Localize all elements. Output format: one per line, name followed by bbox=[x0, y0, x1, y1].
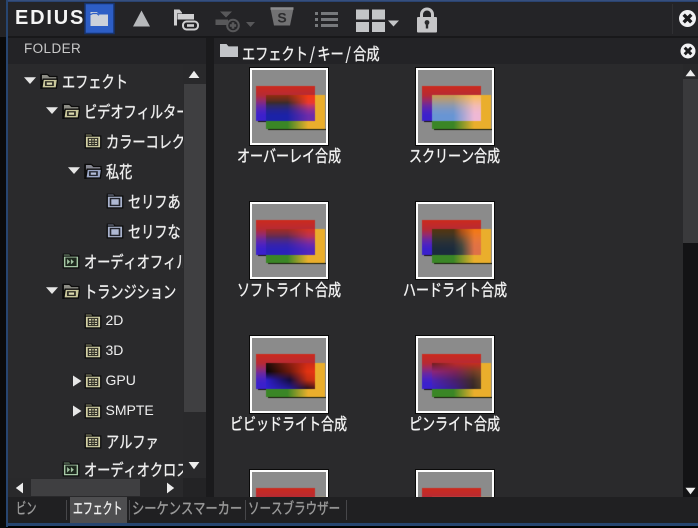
svg-text:S: S bbox=[277, 10, 286, 26]
